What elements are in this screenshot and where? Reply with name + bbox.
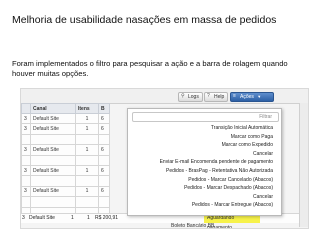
cell-itens: 1 — [75, 164, 99, 177]
table-row[interactable]: 3 Default Site 1 6 — [21, 185, 110, 198]
cell-canal: Default Site — [30, 144, 76, 156]
cell-itens: 1 — [75, 123, 99, 135]
cell-itens: 1 — [75, 112, 99, 125]
column-header-b[interactable]: B — [98, 103, 110, 114]
menu-item[interactable]: Cancelar — [128, 150, 281, 159]
help-button[interactable]: ? Help — [204, 92, 229, 102]
cell-itens: 1 — [75, 185, 99, 198]
toolbar: ⚲ Logs ? Help ≡ Ações ▼ — [21, 89, 308, 104]
cell-b: 6 — [98, 123, 110, 135]
chevron-down-icon: ▼ — [257, 94, 262, 99]
table-row[interactable]: 3 Default Site 1 6 — [21, 123, 110, 135]
cell-b: 6 — [98, 112, 110, 125]
payment-method: Boleto Bancário BB — [171, 223, 215, 229]
actions-label: Ações — [240, 94, 254, 100]
row-marker: 3 — [21, 185, 31, 198]
row-marker: 3 — [22, 215, 25, 221]
slide-description: Foram implementados o filtro para pesqui… — [12, 59, 288, 78]
logs-button[interactable]: ⚲ Logs — [178, 92, 203, 102]
actions-dropdown: Filtrar Transição Inicial Automática Mar… — [127, 108, 282, 216]
search-icon: ⚲ — [181, 93, 185, 99]
cell-b: 6 — [98, 144, 110, 156]
table-row[interactable] — [21, 133, 110, 146]
cell-canal: Default Site — [30, 164, 76, 177]
help-label: Help — [214, 94, 225, 100]
help-icon: ? — [207, 93, 210, 99]
list-icon: ≡ — [233, 93, 236, 99]
cell-canal: Default Site — [30, 112, 76, 125]
cell-itens: 1 — [71, 215, 74, 221]
table-row[interactable] — [21, 196, 110, 208]
scrollbar[interactable] — [299, 103, 308, 227]
menu-item[interactable]: Marcar como Expedido — [128, 141, 281, 150]
cell-canal: Default Site — [30, 185, 76, 198]
column-header-canal[interactable]: Canal — [30, 103, 76, 114]
table-row[interactable]: 3 Default Site 1 6 — [21, 164, 110, 177]
row-marker: 3 — [21, 112, 31, 125]
table-header: Canal Itens B — [21, 103, 110, 114]
filter-input[interactable]: Filtrar — [132, 112, 279, 122]
cell-itens: 1 — [75, 144, 99, 156]
select-column-header — [21, 103, 31, 114]
row-marker: 3 — [21, 144, 31, 156]
table-row[interactable]: 3 Default Site 1 6 — [21, 112, 110, 125]
cell-b: 1 — [87, 215, 90, 221]
slide-title: Melhoria de usabilidade nasações em mass… — [12, 14, 277, 26]
menu-item[interactable]: Transição Inicial Automática — [128, 124, 281, 133]
table-row[interactable]: 3 Default Site 1 6 — [21, 144, 110, 156]
cell-b: 6 — [98, 164, 110, 177]
actions-list: Transição Inicial Automática Marcar como… — [128, 124, 281, 210]
row-marker: 3 — [21, 164, 31, 177]
menu-item[interactable]: Pedidos - Marcar Entregue (Abacos) — [128, 201, 281, 210]
logs-label: Logs — [188, 94, 199, 100]
actions-button[interactable]: ≡ Ações ▼ — [230, 92, 274, 102]
cell-b: 6 — [98, 185, 110, 198]
orders-table: Canal Itens B 3 Default Site 1 6 3 Defau… — [21, 103, 110, 218]
cell-canal: Default Site — [29, 215, 55, 221]
menu-item[interactable]: Enviar E-mail Encomenda pendente de paga… — [128, 158, 281, 167]
cell-canal: Default Site — [30, 123, 76, 135]
menu-item[interactable]: Pedidos - Marcar Cancelado (Abacos) — [128, 176, 281, 185]
table-row[interactable] — [21, 154, 110, 166]
menu-item[interactable]: Cancelar — [128, 193, 281, 202]
menu-item[interactable]: Pedidos - BrasPag - Retentativa Não Auto… — [128, 167, 281, 176]
cell-valor: R$ 200,91 — [95, 215, 119, 221]
screenshot-panel: ⚲ Logs ? Help ≡ Ações ▼ Canal Itens B 3 … — [20, 88, 309, 229]
menu-item[interactable]: Marcar como Paga — [128, 133, 281, 142]
table-row[interactable] — [21, 175, 110, 187]
column-header-itens[interactable]: Itens — [75, 103, 99, 114]
row-marker: 3 — [21, 123, 31, 135]
menu-item[interactable]: Pedidos - Marcar Despachado (Abacos) — [128, 184, 281, 193]
